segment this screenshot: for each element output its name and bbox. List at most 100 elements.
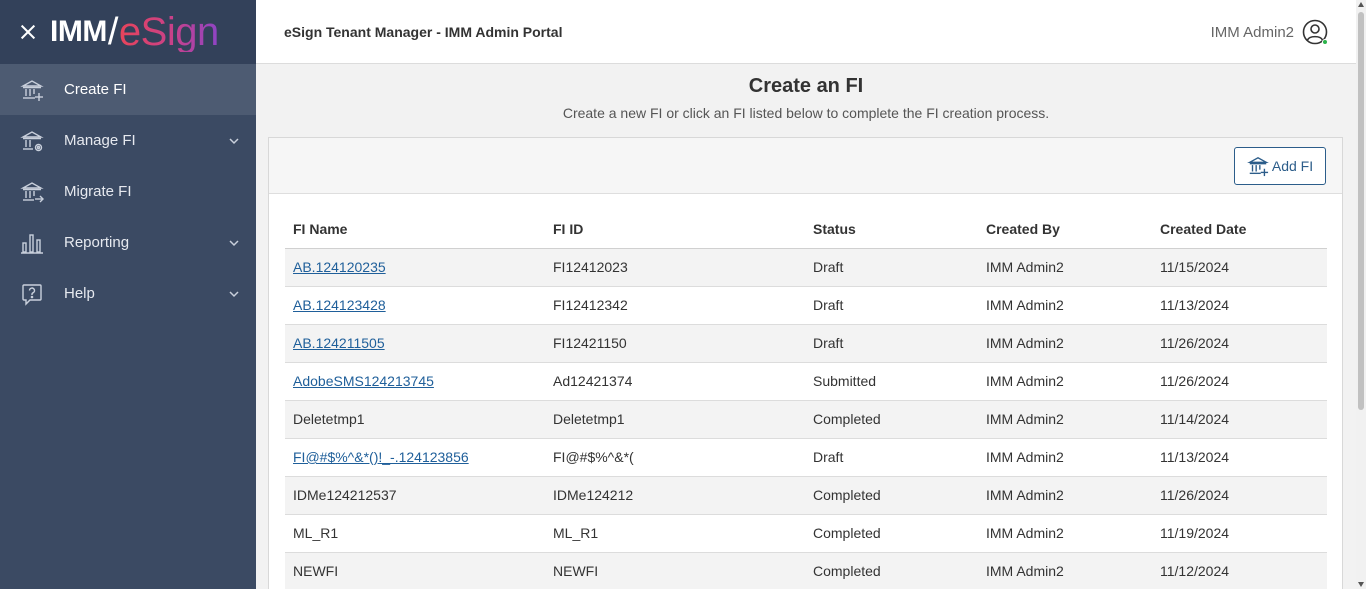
main-content: Create an FI Create a new FI or click an… [256, 65, 1356, 589]
close-icon[interactable] [18, 22, 38, 42]
created-date-cell: 11/12/2024 [1152, 552, 1327, 589]
column-header-fi-id[interactable]: FI ID [545, 210, 805, 249]
fi-name-link[interactable]: AB.124211505 [293, 335, 385, 351]
user-name: IMM Admin2 [1210, 23, 1294, 41]
scroll-down-arrow-icon[interactable] [1358, 582, 1364, 587]
sidebar-item-help[interactable]: Help [0, 268, 256, 319]
help-icon [20, 282, 44, 306]
add-fi-label: Add FI [1271, 158, 1314, 174]
created-by-cell: IMM Admin2 [978, 552, 1152, 589]
avatar[interactable] [1302, 19, 1328, 45]
created-by-cell: IMM Admin2 [978, 514, 1152, 553]
fi-id-cell: Ad12421374 [545, 362, 805, 401]
scroll-thumb[interactable] [1358, 12, 1364, 410]
column-header-fi-name[interactable]: FI Name [285, 210, 545, 249]
created-by-cell: IMM Admin2 [978, 324, 1152, 363]
fi-name-cell: Deletetmp1 [285, 400, 545, 439]
sidebar-item-create-fi[interactable]: Create FI [0, 64, 256, 115]
logo-esign-text: eSign [118, 10, 219, 54]
bar-chart-icon [20, 231, 44, 255]
sidebar-item-label: Help [64, 285, 95, 302]
created-by-cell: IMM Admin2 [978, 438, 1152, 477]
fi-id-cell: IDMe124212 [545, 476, 805, 515]
sidebar-header: IMM / eSign [0, 0, 256, 64]
sidebar-item-label: Manage FI [64, 132, 136, 149]
page-scrollbar[interactable] [1356, 0, 1366, 589]
logo-slash: / [107, 11, 119, 53]
bank-add-icon [1246, 156, 1269, 177]
fi-id-cell: Deletetmp1 [545, 400, 805, 439]
fi-name-link[interactable]: AB.124123428 [293, 297, 386, 313]
fi-table-body: AB.124120235 FI12412023 Draft IMM Admin2 11/… [285, 248, 1327, 589]
fi-name-cell: AB.124120235 [285, 248, 545, 287]
column-header-status[interactable]: Status [805, 210, 978, 249]
table-row[interactable]: AB.124123428 FI12412342 Draft IMM Admin2 11/… [285, 286, 1327, 325]
app-title: eSign Tenant Manager - IMM Admin Portal [284, 23, 563, 40]
sidebar-item-reporting[interactable]: Reporting [0, 217, 256, 268]
fi-id-cell: ML_R1 [545, 514, 805, 553]
created-by-cell: IMM Admin2 [978, 248, 1152, 287]
status-cell: Draft [805, 286, 978, 325]
table-row[interactable]: FI@#$%^&*()!_-.124123856 FI@#$%^&*(Draft I… [285, 438, 1327, 477]
created-date-cell: 11/13/2024 [1152, 286, 1327, 325]
status-cell: Draft [805, 248, 978, 287]
table-row[interactable]: AB.124211505 FI12421150 Draft IMM Admin2 11/… [285, 324, 1327, 363]
fi-name-cell: IDMe124212537 [285, 476, 545, 515]
fi-name-cell: AdobeSMS124213745 [285, 362, 545, 401]
column-header-created-by[interactable]: Created By [978, 210, 1152, 249]
created-by-cell: IMM Admin2 [978, 400, 1152, 439]
status-cell: Completed [805, 514, 978, 553]
created-date-cell: 11/19/2024 [1152, 514, 1327, 553]
created-date-cell: 11/26/2024 [1152, 362, 1327, 401]
fi-id-cell: FI12412023 [545, 248, 805, 287]
fi-name-link[interactable]: FI@#$%^&*()!_-.124123856 [293, 449, 469, 465]
logo-imm-text: IMM [50, 15, 107, 48]
created-date-cell: 11/26/2024 [1152, 476, 1327, 515]
created-by-cell: IMM Admin2 [978, 286, 1152, 325]
bank-arrow-icon [20, 180, 44, 204]
fi-id-cell: FI12412342 [545, 286, 805, 325]
status-cell: Completed [805, 552, 978, 589]
card-toolbar: Add FI [269, 138, 1342, 194]
sidebar: IMM / eSign Create FI Manage FI Migrate … [0, 0, 256, 589]
created-date-cell: 11/26/2024 [1152, 324, 1327, 363]
online-status-dot [1322, 39, 1328, 45]
created-date-cell: 11/13/2024 [1152, 438, 1327, 477]
sidebar-item-migrate-fi[interactable]: Migrate FI [0, 166, 256, 217]
status-cell: Completed [805, 476, 978, 515]
scroll-up-arrow-icon[interactable] [1358, 2, 1364, 7]
chevron-down-icon [229, 291, 239, 298]
bank-add-icon [20, 78, 44, 102]
top-header: eSign Tenant Manager - IMM Admin Portal … [256, 0, 1356, 64]
table-row: Deletetmp1 Deletetmp1 Completed IMM Admin2 1… [285, 400, 1327, 439]
sidebar-item-label: Reporting [64, 234, 130, 251]
fi-name-cell: AB.124211505 [285, 324, 545, 363]
fi-name-link[interactable]: AB.124120235 [293, 259, 386, 275]
chevron-down-icon [229, 240, 239, 247]
fi-id-cell: NEWFI [545, 552, 805, 589]
fi-name-cell: FI@#$%^&*()!_-.124123856 [285, 438, 545, 477]
table-header-row: FI Name FI ID Status Created By Created … [285, 210, 1327, 249]
status-cell: Completed [805, 400, 978, 439]
sidebar-item-manage-fi[interactable]: Manage FI [0, 115, 256, 166]
table-row[interactable]: AdobeSMS124213745 Ad12421374 Submitted IMM … [285, 362, 1327, 401]
table-row: IDMe124212537 IDMe124212 Completed IMM Admi… [285, 476, 1327, 515]
fi-table: FI Name FI ID Status Created By Created … [285, 210, 1327, 589]
fi-id-cell: FI@#$%^&*( [545, 438, 805, 477]
created-date-cell: 11/14/2024 [1152, 400, 1327, 439]
table-row: ML_R1 ML_R1 Completed IMM Admin2 11/19/2024 [285, 514, 1327, 553]
fi-name-link[interactable]: AdobeSMS124213745 [293, 373, 434, 389]
table-row[interactable]: AB.124120235 FI12412023 Draft IMM Admin2 11/… [285, 248, 1327, 287]
fi-name-cell: ML_R1 [285, 514, 545, 553]
status-cell: Draft [805, 438, 978, 477]
page-subtitle: Create a new FI or click an FI listed be… [562, 105, 1050, 121]
sidebar-item-label: Create FI [64, 81, 127, 98]
status-cell: Submitted [805, 362, 978, 401]
sidebar-item-label: Migrate FI [64, 183, 132, 200]
column-header-created-date[interactable]: Created Date [1152, 210, 1327, 249]
created-by-cell: IMM Admin2 [978, 476, 1152, 515]
fi-id-cell: FI12421150 [545, 324, 805, 363]
imm-esign-logo: IMM / eSign [50, 12, 219, 52]
add-fi-button[interactable]: Add FI [1234, 147, 1326, 185]
user-menu[interactable]: IMM Admin2 [1211, 19, 1328, 45]
